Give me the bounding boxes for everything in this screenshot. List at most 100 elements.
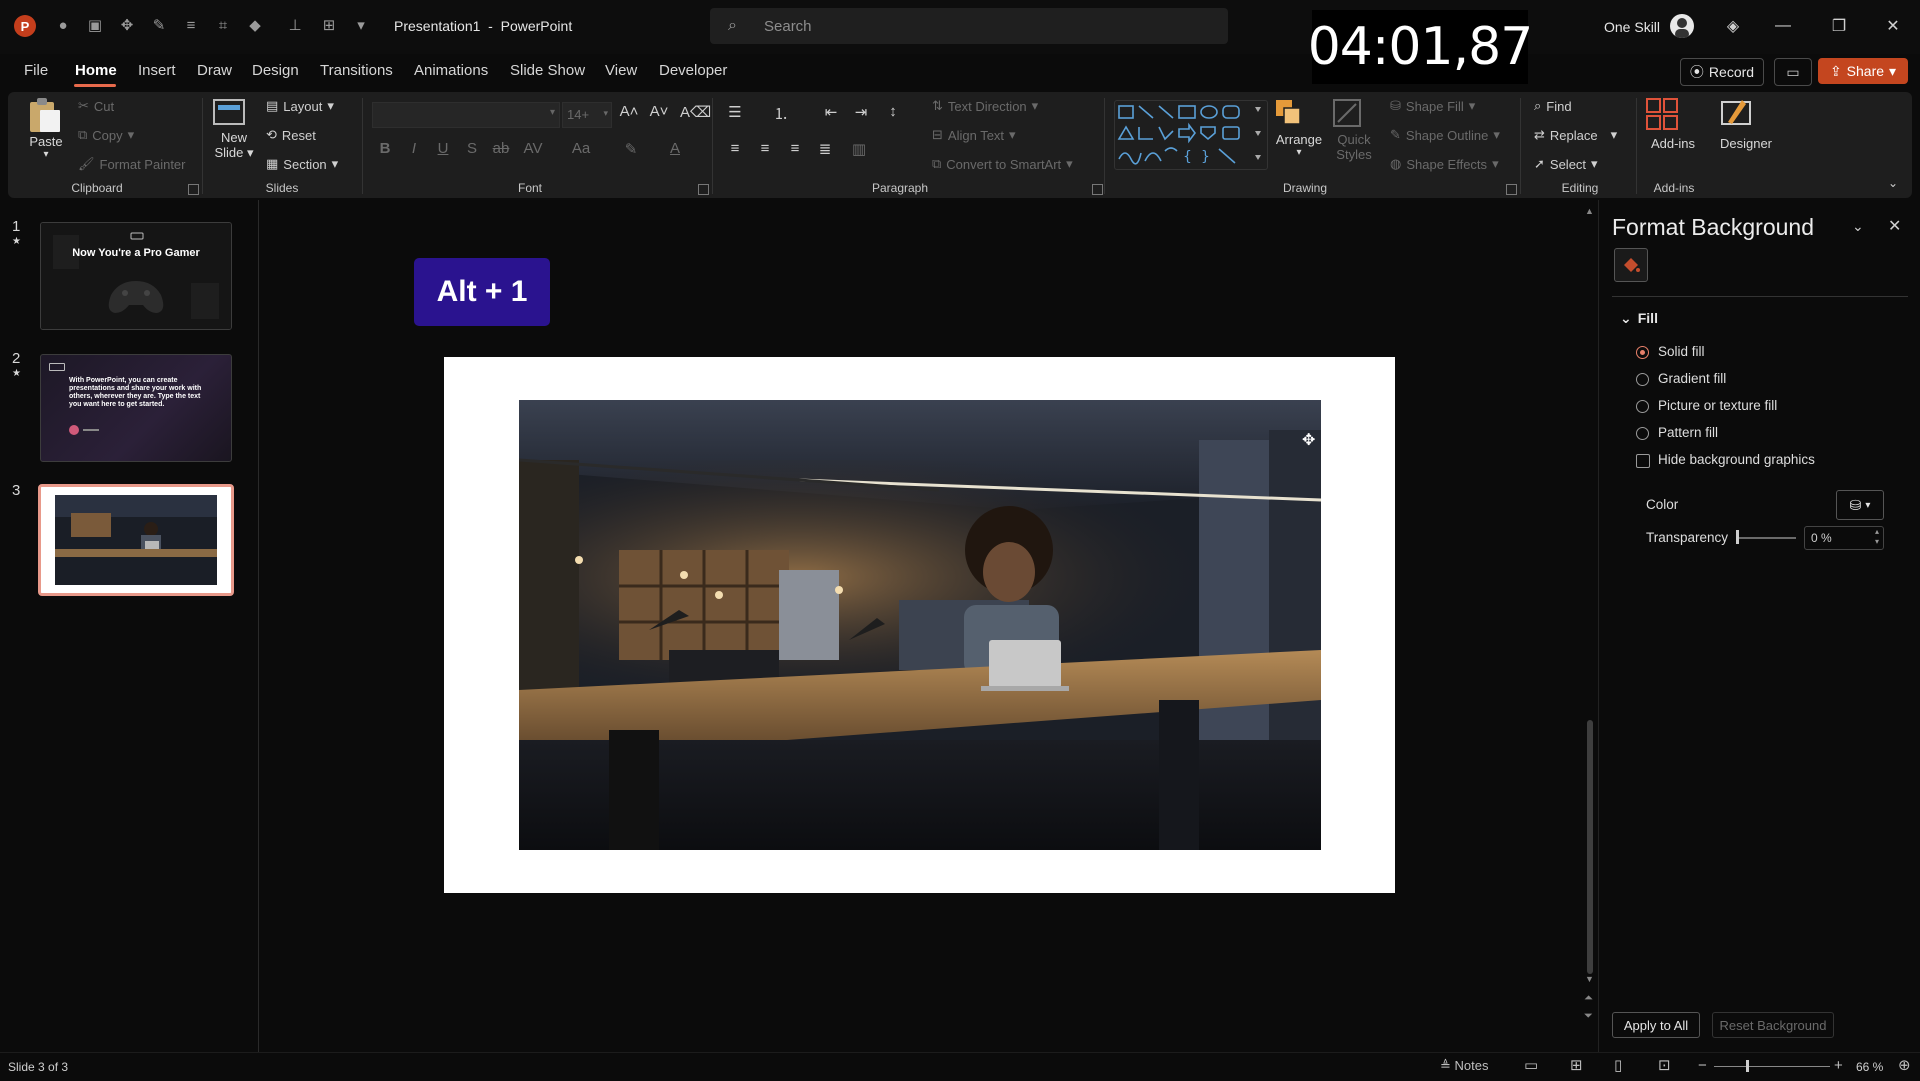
tab-developer[interactable]: Developer — [659, 62, 727, 79]
shape-fill-button[interactable]: ⛁ Shape Fill ▾ — [1390, 98, 1475, 114]
slide-thumbnail-3[interactable] — [38, 484, 234, 596]
arrange-button[interactable]: Arrange ▾ — [1272, 96, 1326, 158]
spinner-icon[interactable]: ▴ ▾ — [1875, 527, 1879, 547]
close-pane-button[interactable]: ✕ — [1888, 216, 1901, 236]
section-button[interactable]: ▦ Section ▾ — [266, 156, 338, 172]
numbering-icon[interactable]: ⒈ — [770, 103, 792, 124]
distribute-icon[interactable]: ⊥ — [284, 14, 306, 36]
pane-options-chevron-icon[interactable]: ⌄ — [1852, 218, 1864, 235]
text-direction-button[interactable]: ⇅ Text Direction ▾ — [932, 98, 1038, 114]
highlight-icon[interactable]: ✎ — [620, 140, 642, 158]
strikethrough-icon[interactable]: ab — [490, 140, 512, 157]
font-launcher-icon[interactable] — [698, 184, 709, 195]
clear-format-icon[interactable]: A⌫ — [680, 103, 711, 121]
scroll-down-icon[interactable]: ▼ — [1585, 974, 1594, 984]
find-button[interactable]: ⌕ Find — [1534, 98, 1572, 114]
align-icon[interactable]: ≡ — [180, 14, 202, 36]
clipboard-launcher-icon[interactable] — [188, 184, 199, 195]
fill-tab-button[interactable] — [1614, 248, 1648, 282]
tab-transitions[interactable]: Transitions — [320, 62, 393, 79]
justify-icon[interactable]: ≣ — [814, 140, 836, 158]
increase-indent-icon[interactable]: ⇥ — [850, 103, 872, 121]
shrink-font-icon[interactable]: A˅ — [648, 103, 670, 120]
columns-icon[interactable]: ▥ — [848, 140, 870, 158]
account-name[interactable]: One Skill — [1604, 19, 1660, 35]
apply-to-all-button[interactable]: Apply to All — [1612, 1012, 1700, 1038]
fill-section-header[interactable]: ⌄ Fill — [1620, 310, 1658, 327]
decrease-indent-icon[interactable]: ⇤ — [820, 103, 842, 121]
tab-slide-show[interactable]: Slide Show — [510, 62, 585, 79]
align-text-button[interactable]: ⊟ Align Text ▾ — [932, 127, 1016, 143]
line-spacing-icon[interactable]: ↕ — [882, 103, 904, 120]
quick-styles-button[interactable]: Quick Styles — [1330, 96, 1378, 162]
replace-button[interactable]: ⇄ Replace ▾ — [1534, 127, 1617, 143]
office-photo[interactable] — [519, 400, 1321, 850]
shape-effects-button[interactable]: ◍ Shape Effects ▾ — [1390, 156, 1499, 172]
align-center-icon[interactable]: ≡ — [754, 140, 776, 157]
grow-font-icon[interactable]: A˄ — [618, 103, 640, 120]
color-picker-button[interactable]: ⛁ ▾ — [1836, 490, 1884, 520]
crosshair-icon[interactable]: ✥ — [116, 14, 138, 36]
solid-fill-radio[interactable] — [1636, 346, 1649, 359]
normal-view-icon[interactable]: ▭ — [1524, 1056, 1538, 1074]
shape-icon[interactable]: ◆ — [244, 14, 266, 36]
char-spacing-icon[interactable]: AV — [522, 140, 544, 157]
group-icon[interactable]: ⊞ — [318, 14, 340, 36]
avatar[interactable] — [1670, 14, 1694, 38]
screenshot-icon[interactable]: ▣ — [84, 14, 106, 36]
tab-home[interactable]: Home — [75, 62, 117, 79]
fit-to-window-icon[interactable]: ⊕ — [1898, 1056, 1911, 1074]
zoom-slider-track[interactable] — [1714, 1066, 1830, 1067]
reset-background-button[interactable]: Reset Background — [1712, 1012, 1834, 1038]
collapse-ribbon-icon[interactable]: ⌄ — [1888, 176, 1898, 190]
notes-button[interactable]: ≜ Notes — [1440, 1058, 1489, 1074]
customize-qat-icon[interactable]: ▾ — [350, 14, 372, 36]
shapes-gallery[interactable]: { } — [1114, 100, 1268, 170]
layout-button[interactable]: ▤ Layout ▾ — [266, 98, 334, 114]
transparency-slider-track[interactable] — [1738, 537, 1796, 539]
shape-outline-button[interactable]: ✎ Shape Outline ▾ — [1390, 127, 1500, 143]
cut-button[interactable]: ✂ Cut — [78, 98, 114, 114]
font-size-select[interactable]: 14+ ▾ — [562, 102, 612, 128]
tab-design[interactable]: Design — [252, 62, 299, 79]
slideshow-view-icon[interactable]: ⊡ — [1658, 1056, 1671, 1074]
drawing-launcher-icon[interactable] — [1506, 184, 1517, 195]
scroll-up-icon[interactable]: ▲ — [1585, 206, 1594, 216]
pattern-fill-radio[interactable] — [1636, 427, 1649, 440]
format-painter-button[interactable]: 🖌 Format Painter — [78, 156, 186, 172]
select-button[interactable]: ➚ Select ▾ — [1534, 156, 1598, 172]
minimize-button[interactable]: — — [1770, 13, 1796, 39]
slide-thumbnail-2[interactable]: With PowerPoint, you can create presenta… — [40, 354, 232, 462]
tab-draw[interactable]: Draw — [197, 62, 232, 79]
autosave-icon[interactable]: ● — [52, 14, 74, 36]
zoom-level[interactable]: 66 % — [1856, 1060, 1883, 1074]
search-box[interactable]: ⌕ Search — [710, 8, 1228, 44]
change-case-icon[interactable]: Aa — [570, 140, 592, 157]
copy-button[interactable]: ⧉ Copy ▾ — [78, 127, 134, 143]
zoom-in-icon[interactable]: + — [1834, 1057, 1843, 1074]
share-button[interactable]: ⇪ Share ▾ — [1818, 58, 1908, 84]
align-right-icon[interactable]: ≡ — [784, 140, 806, 157]
diamond-icon[interactable]: ◈ — [1720, 13, 1746, 39]
restore-button[interactable]: ❐ — [1826, 13, 1852, 39]
underline-icon[interactable]: U — [432, 140, 454, 157]
crop-icon[interactable]: ⌗ — [212, 14, 234, 36]
next-slide-icon[interactable]: ⏷ — [1584, 1010, 1593, 1023]
zoom-slider-thumb[interactable] — [1746, 1060, 1749, 1072]
reset-button[interactable]: ⟲ Reset — [266, 127, 316, 143]
canvas-scrollbar[interactable]: ▲ ▼ ⏶ ⏷ — [1584, 200, 1596, 1030]
scroll-thumb[interactable] — [1587, 720, 1593, 974]
tab-insert[interactable]: Insert — [138, 62, 176, 79]
transparency-input[interactable]: 0 % ▴ ▾ — [1804, 526, 1884, 550]
font-color-icon[interactable]: A — [664, 140, 686, 157]
align-left-icon[interactable]: ≡ — [724, 140, 746, 157]
bullets-icon[interactable]: ☰ — [724, 103, 746, 121]
comments-button[interactable]: ▭ — [1774, 58, 1812, 86]
previous-slide-icon[interactable]: ⏶ — [1584, 992, 1593, 1005]
new-slide-button[interactable]: New Slide ▾ — [212, 96, 256, 161]
designer-button[interactable]: Designer — [1716, 96, 1776, 151]
reading-view-icon[interactable]: ▯ — [1614, 1056, 1622, 1074]
paragraph-launcher-icon[interactable] — [1092, 184, 1103, 195]
font-family-select[interactable]: ▾ — [372, 102, 560, 128]
tab-file[interactable]: File — [24, 62, 48, 79]
